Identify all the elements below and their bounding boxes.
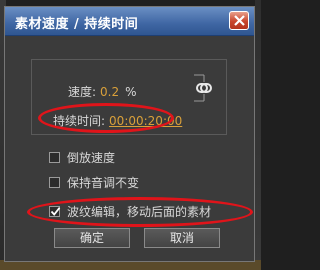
maintain-pitch-checkbox[interactable]	[49, 177, 60, 188]
clip-speed-duration-dialog: 素材速度 / 持续时间 速度: 0.2% 持续时间: 00:00:20:00 倒…	[4, 6, 255, 262]
close-button[interactable]	[229, 11, 249, 30]
reverse-speed-label: 倒放速度	[67, 151, 116, 165]
duration-label: 持续时间:	[53, 114, 106, 128]
speed-value[interactable]: 0.2	[100, 85, 119, 99]
duration-value[interactable]: 00:00:20:00	[109, 114, 182, 128]
speed-row: 速度: 0.2%	[68, 83, 137, 100]
dialog-title: 素材速度 / 持续时间	[15, 17, 139, 32]
ripple-edit-label: 波纹编辑，移动后面的素材	[67, 205, 212, 219]
maintain-pitch-option[interactable]: 保持音调不变	[49, 174, 139, 191]
maintain-pitch-label: 保持音调不变	[67, 176, 140, 190]
cancel-button[interactable]: 取消	[144, 228, 220, 248]
ripple-edit-option[interactable]: 波纹编辑，移动后面的素材	[49, 203, 211, 220]
link-icon[interactable]	[192, 71, 216, 105]
close-icon	[234, 15, 245, 26]
ok-button[interactable]: 确定	[54, 228, 130, 248]
reverse-speed-checkbox[interactable]	[49, 152, 60, 163]
ripple-edit-checkbox[interactable]	[49, 206, 61, 217]
title-bar[interactable]: 素材速度 / 持续时间	[5, 7, 254, 36]
screen: 素材速度 / 持续时间 速度: 0.2% 持续时间: 00:00:20:00 倒…	[0, 0, 261, 270]
speed-label: 速度:	[68, 85, 97, 99]
reverse-speed-option[interactable]: 倒放速度	[49, 149, 115, 166]
speed-unit: %	[125, 85, 137, 99]
checkmark-icon	[50, 207, 61, 216]
duration-row: 持续时间: 00:00:20:00	[53, 112, 182, 129]
background-timeline-right	[255, 0, 261, 270]
